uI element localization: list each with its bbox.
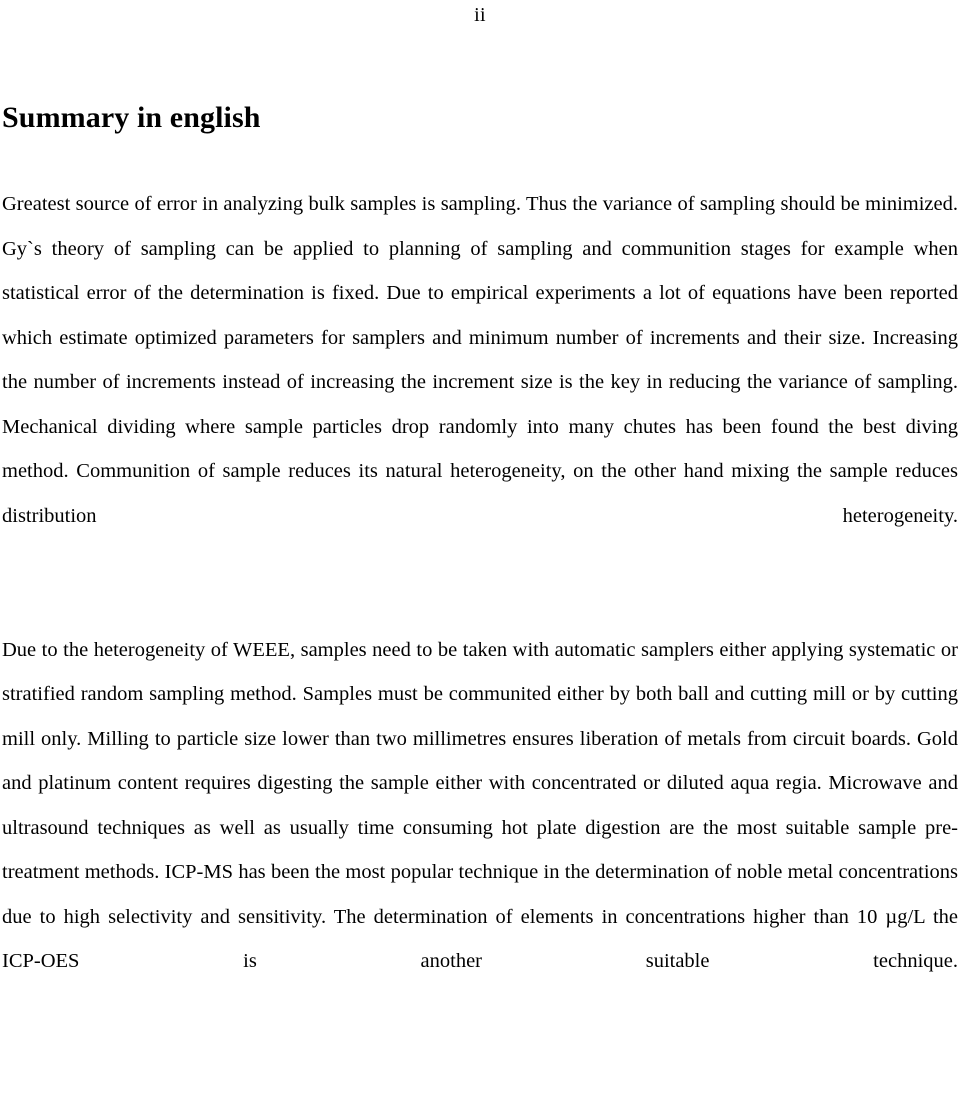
page-number: ii — [474, 4, 486, 26]
document-page: ii Summary in english Greatest source of… — [0, 0, 960, 1118]
page-content: Summary in english Greatest source of er… — [2, 98, 958, 1028]
summary-paragraph-1: Greatest source of error in analyzing bu… — [2, 193, 958, 527]
summary-paragraph-2: Due to the heterogeneity of WEEE, sample… — [2, 638, 959, 973]
page-title: Summary in english — [2, 101, 261, 134]
